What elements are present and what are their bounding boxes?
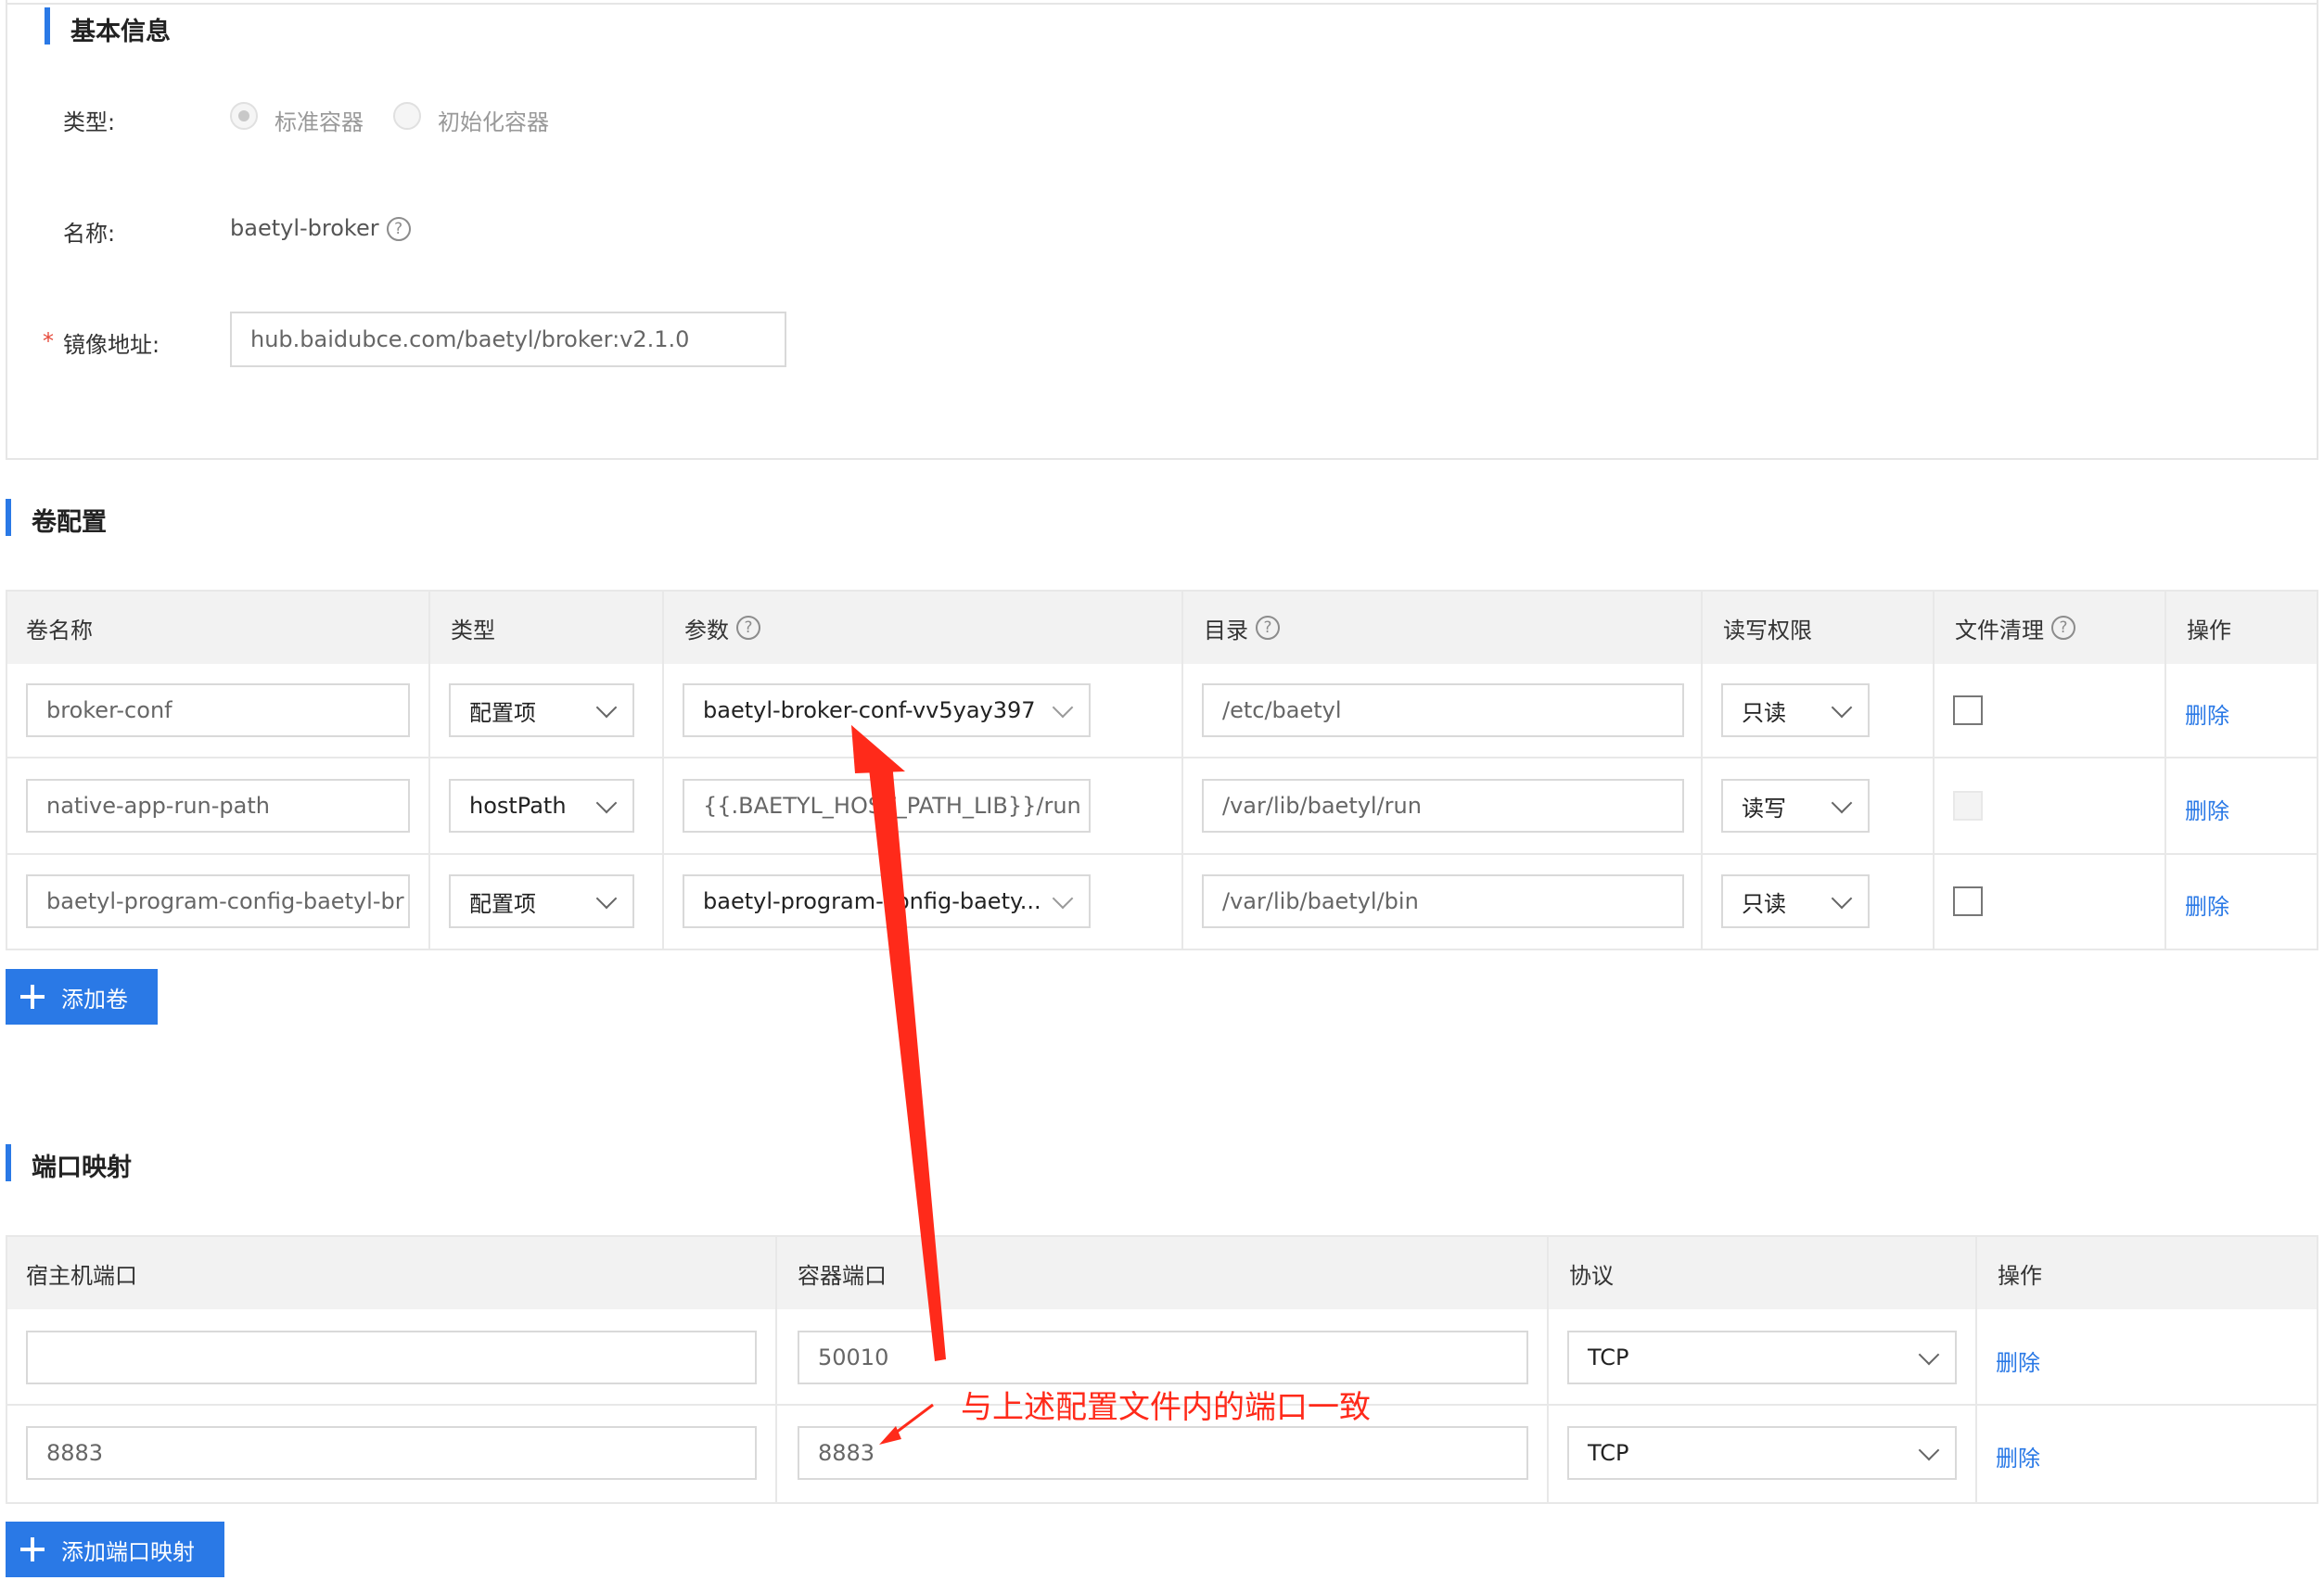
cleanup-checkbox[interactable] [1953, 695, 1983, 725]
name-value-row: baetyl-broker? [230, 215, 411, 241]
col-header-action: 操作 [2187, 617, 2231, 644]
container-port-input[interactable]: 50010 [798, 1331, 1528, 1384]
volume-type-value: hostPath [469, 793, 567, 819]
image-label: 镜像地址: [63, 332, 160, 358]
delete-volume-link[interactable]: 删除 [2185, 888, 2229, 921]
volume-param-value: baetyl-broker-conf-vv5yay397 [703, 697, 1036, 723]
volume-name-input[interactable]: broker-conf [26, 683, 410, 737]
volume-rw-value: 只读 [1742, 890, 1786, 917]
container-port-input[interactable]: 8883 [798, 1426, 1528, 1480]
volume-param-select[interactable]: baetyl-program-config-baety... [683, 874, 1091, 928]
col-header-container-port: 容器端口 [798, 1262, 887, 1289]
chevron-down-icon [595, 696, 618, 719]
top-divider [6, 3, 2318, 5]
section-accent-bar [45, 7, 50, 45]
volume-rw-select[interactable]: 只读 [1721, 874, 1870, 928]
col-header-volume-name: 卷名称 [26, 617, 93, 644]
section-accent-bar [6, 499, 11, 536]
volume-param-value: baetyl-program-config-baety... [703, 888, 1041, 914]
section-accent-bar [6, 1144, 11, 1181]
name-label: 名称: [63, 221, 116, 247]
row-divider [6, 853, 2318, 855]
image-address-input[interactable]: hub.baidubce.com/baetyl/broker:v2.1.0 [230, 312, 786, 367]
col-header-dir: 目录? [1183, 592, 1701, 664]
col-header-dir-label: 目录 [1204, 617, 1248, 644]
volume-type-select[interactable]: 配置项 [449, 874, 634, 928]
question-circle-icon[interactable]: ? [736, 616, 760, 640]
plus-icon [20, 1537, 45, 1561]
add-port-mapping-button[interactable]: 添加端口映射 [6, 1522, 224, 1577]
add-volume-button[interactable]: 添加卷 [6, 969, 158, 1025]
name-value: baetyl-broker [230, 215, 379, 241]
basic-info-title: 基本信息 [70, 18, 171, 46]
add-port-mapping-label: 添加端口映射 [61, 1538, 195, 1565]
col-header-host-port: 宿主机端口 [26, 1262, 137, 1289]
chevron-down-icon [1052, 696, 1074, 719]
question-circle-icon[interactable]: ? [1256, 616, 1280, 640]
col-header-param-label: 参数 [684, 617, 729, 644]
protocol-select[interactable]: TCP [1567, 1331, 1957, 1384]
delete-port-link[interactable]: 删除 [1996, 1440, 2040, 1472]
add-volume-label: 添加卷 [61, 986, 128, 1013]
port-mapping-title: 端口映射 [32, 1153, 132, 1182]
host-port-input[interactable]: 8883 [26, 1426, 757, 1480]
chevron-down-icon [595, 792, 618, 814]
volume-param-select[interactable]: baetyl-broker-conf-vv5yay397 [683, 683, 1091, 737]
host-port-input[interactable] [26, 1331, 757, 1384]
chevron-down-icon [1918, 1439, 1940, 1461]
cleanup-checkbox-disabled [1953, 791, 1983, 821]
volume-type-value: 配置项 [469, 890, 536, 917]
plus-icon [20, 985, 45, 1009]
volume-dir-input[interactable]: /var/lib/baetyl/bin [1202, 874, 1684, 928]
radio-init-label: 初始化容器 [438, 109, 549, 135]
volume-rw-select[interactable]: 只读 [1721, 683, 1870, 737]
volume-name-input[interactable]: native-app-run-path [26, 779, 410, 833]
col-header-type: 类型 [451, 617, 495, 644]
chevron-down-icon [1831, 696, 1853, 719]
volume-dir-input[interactable]: /var/lib/baetyl/run [1202, 779, 1684, 833]
volume-rw-value: 只读 [1742, 699, 1786, 726]
volume-rw-select[interactable]: 读写 [1721, 779, 1870, 833]
annotation-text: 与上述配置文件内的端口一致 [961, 1389, 1371, 1426]
delete-volume-link[interactable]: 删除 [2185, 697, 2229, 730]
question-circle-icon[interactable]: ? [2051, 616, 2075, 640]
required-mark: * [43, 328, 54, 354]
row-divider [6, 757, 2318, 758]
delete-volume-link[interactable]: 删除 [2185, 793, 2229, 825]
col-header-cleanup-label: 文件清理 [1955, 617, 2044, 644]
radio-standard-container[interactable] [230, 102, 258, 130]
cleanup-checkbox[interactable] [1953, 886, 1983, 916]
volume-name-input[interactable]: baetyl-program-config-baetyl-br [26, 874, 410, 928]
question-circle-icon[interactable]: ? [386, 217, 411, 241]
volume-type-select[interactable]: 配置项 [449, 683, 634, 737]
radio-standard-label: 标准容器 [275, 109, 364, 135]
volume-rw-value: 读写 [1742, 795, 1786, 822]
protocol-value: TCP [1588, 1440, 1629, 1466]
volume-dir-input[interactable]: /etc/baetyl [1202, 683, 1684, 737]
radio-init-container[interactable] [393, 102, 421, 130]
chevron-down-icon [1052, 887, 1074, 910]
chevron-down-icon [595, 887, 618, 910]
type-label: 类型: [63, 109, 116, 135]
chevron-down-icon [1918, 1344, 1940, 1366]
col-header-rw: 读写权限 [1723, 617, 1812, 644]
col-header-protocol: 协议 [1569, 1262, 1614, 1289]
delete-port-link[interactable]: 删除 [1996, 1344, 2040, 1377]
volume-type-select[interactable]: hostPath [449, 779, 634, 833]
protocol-select[interactable]: TCP [1567, 1426, 1957, 1480]
chevron-down-icon [1831, 887, 1853, 910]
col-header-param: 参数? [664, 592, 1181, 664]
col-header-port-action: 操作 [1998, 1262, 2042, 1289]
chevron-down-icon [1831, 792, 1853, 814]
volume-param-input[interactable]: {{.BAETYL_HOST_PATH_LIB}}/run [683, 779, 1091, 833]
protocol-value: TCP [1588, 1344, 1629, 1370]
volume-type-value: 配置项 [469, 699, 536, 726]
volume-config-title: 卷配置 [32, 508, 107, 537]
col-header-cleanup: 文件清理? [1935, 592, 2164, 664]
